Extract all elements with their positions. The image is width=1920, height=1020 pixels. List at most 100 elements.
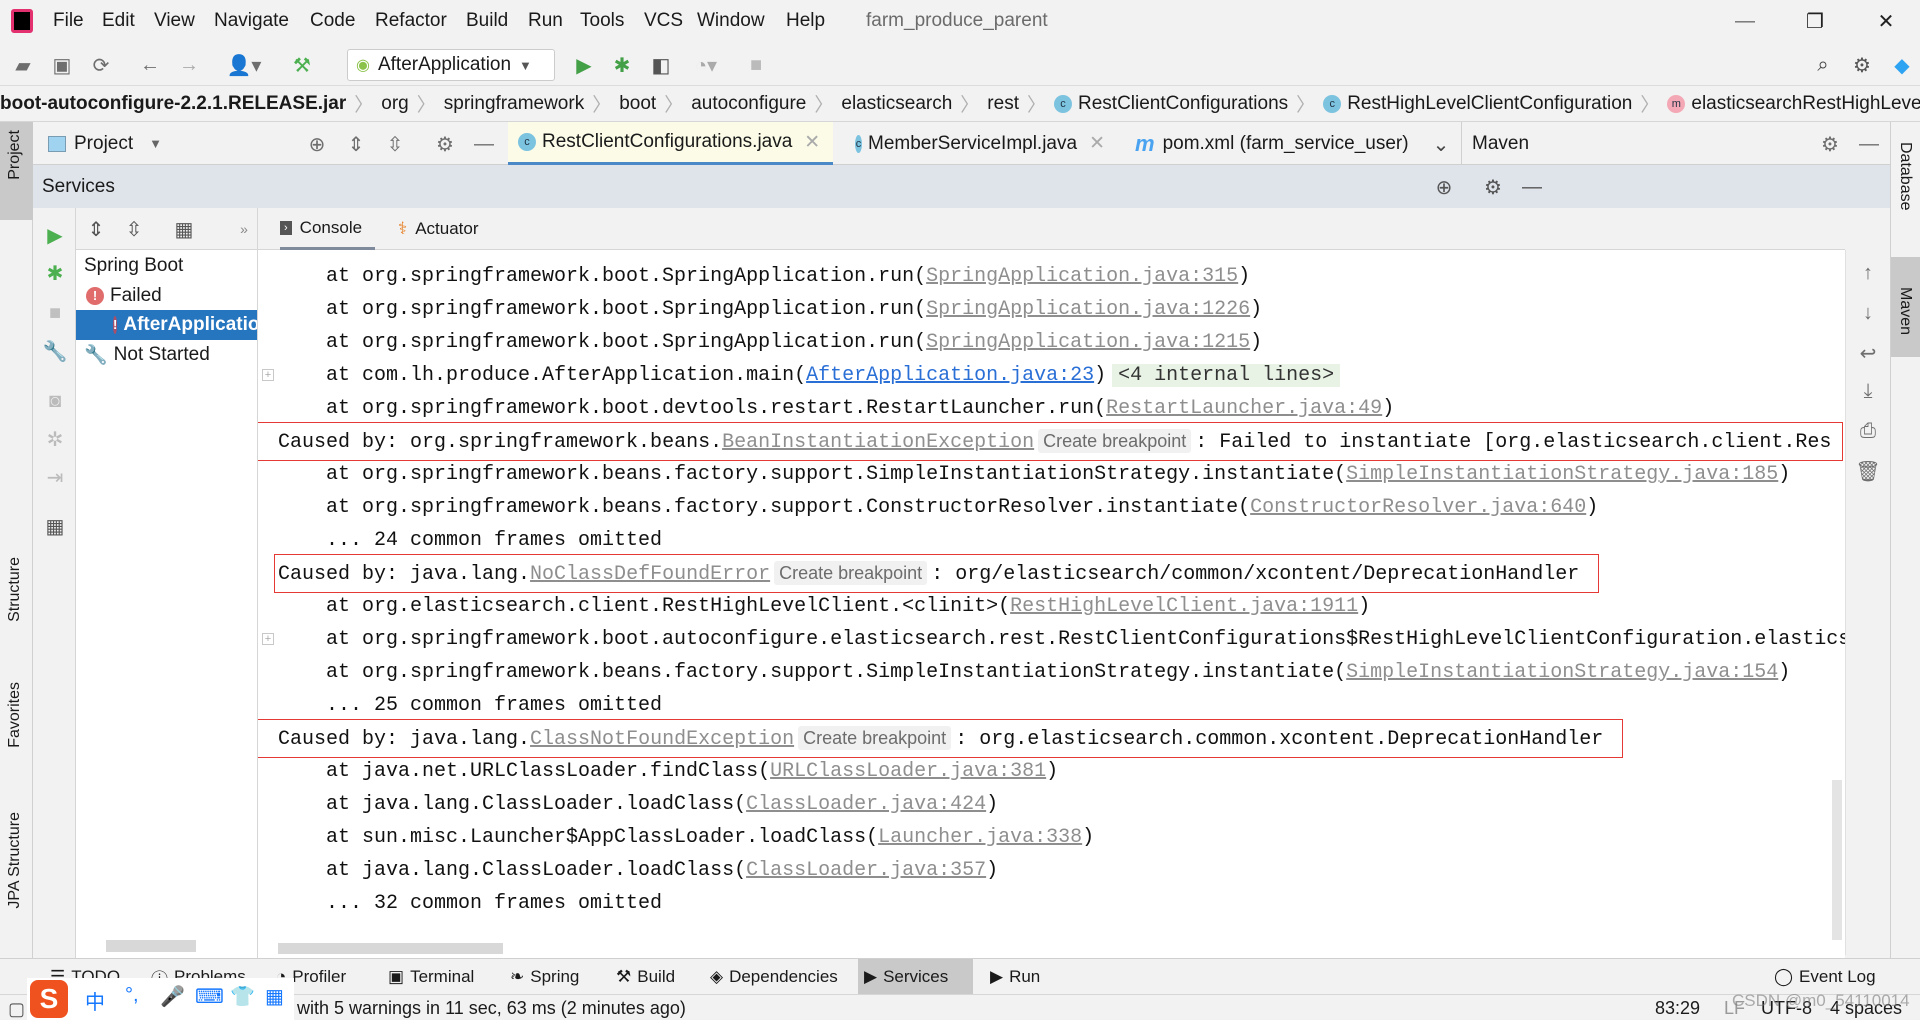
tab-build[interactable]: ⚒ Build [610,959,681,995]
search-icon[interactable]: ⌕ [1811,53,1835,77]
restore-icon[interactable]: ❐ [1803,8,1827,34]
breadcrumb-item[interactable]: elasticsearch 〉 [841,90,987,117]
expand-fold-icon[interactable]: + [262,633,274,645]
expand-all-icon[interactable]: ⇕ [84,217,108,241]
stacktrace-link[interactable]: RestartLauncher.java:49 [1106,397,1382,420]
hide-icon[interactable]: — [471,131,497,157]
jpa-structure-tool-button[interactable]: JPA Structure [6,812,24,909]
hide-icon[interactable]: — [1856,131,1882,157]
stacktrace-link[interactable]: SimpleInstantiationStrategy.java:154 [1346,661,1778,684]
tabs-dropdown-icon[interactable]: ⌄ [1428,131,1454,157]
tab-memberserviceimpl[interactable]: c MemberServiceImpl.java ✕ [845,122,1115,165]
debug-icon[interactable]: ✱ [610,53,634,77]
menu-tools[interactable]: Tools [580,10,624,32]
tab-services[interactable]: ▶ Services [858,959,973,995]
skin-icon[interactable]: 👕 [230,984,255,1009]
keyboard-icon[interactable]: ⌨ [195,984,224,1009]
tree-item-failed[interactable]: ! Failed [76,281,257,311]
stacktrace-link[interactable]: SimpleInstantiationStrategy.java:185 [1346,463,1778,486]
breadcrumb-item[interactable]: boot 〉 [619,90,691,117]
hide-icon[interactable]: — [1519,174,1545,200]
chinese-mode-icon[interactable]: 中 [85,986,105,1015]
stacktrace-link[interactable]: SpringApplication.java:1226 [926,298,1250,321]
console-horizontal-scrollbar[interactable] [258,940,1845,956]
punctuation-icon[interactable]: °, [125,984,139,1007]
scroll-to-end-icon[interactable]: ⤓ [1855,378,1881,404]
expand-all-icon[interactable]: ⇕ [343,131,369,157]
caret-position[interactable]: 83:29 [1655,998,1700,1019]
menu-vcs[interactable]: VCS [644,10,683,32]
status-message[interactable]: with 5 warnings in 11 sec, 63 ms (2 minu… [297,998,686,1019]
stacktrace-link[interactable]: ClassLoader.java:424 [746,793,986,816]
structure-tool-button[interactable]: Structure [6,557,24,622]
menu-window[interactable]: Window [697,10,765,32]
wrench-icon[interactable]: 🔧 [42,338,68,364]
tree-item-spring-boot[interactable]: Spring Boot [76,251,257,281]
forward-icon[interactable]: → [176,53,202,77]
stacktrace-link[interactable]: URLClassLoader.java:381 [770,760,1046,783]
jetbrains-toolbox-icon[interactable]: ◆ [1890,53,1914,77]
tree-item-afterapplication[interactable]: ! AfterApplication [76,310,257,340]
breadcrumb-item[interactable]: rest 〉 [987,90,1054,117]
collapse-all-icon[interactable]: ⇳ [382,131,408,157]
gear-icon[interactable]: ⚙ [432,131,458,157]
close-icon[interactable]: ✕ [1874,8,1898,34]
tab-dependencies[interactable]: ◈ Dependencies [704,959,844,995]
stop-icon[interactable]: ■ [744,53,768,77]
close-tab-icon[interactable]: ✕ [1089,132,1105,155]
print-icon[interactable]: ⎙ [1855,418,1881,444]
menu-edit[interactable]: Edit [102,10,135,32]
tab-console[interactable]: › Console [280,208,375,250]
breadcrumb-item[interactable]: m elasticsearchRestHighLevelClient [1667,93,1920,115]
expand-fold-icon[interactable]: + [262,369,274,381]
favorites-tool-button[interactable]: Favorites [6,682,24,748]
stacktrace-link[interactable]: SpringApplication.java:315 [926,265,1238,288]
scrollbar-thumb[interactable] [278,943,503,954]
toolbox-icon[interactable]: ▦ [265,984,284,1009]
debug-attach-icon[interactable]: ✲ [42,426,68,452]
breadcrumb-item[interactable]: c RestClientConfigurations 〉 [1054,90,1323,117]
menu-help[interactable]: Help [786,10,825,32]
stacktrace-link[interactable]: RestHighLevelClient.java:1911 [1010,595,1358,618]
back-icon[interactable]: ← [137,53,163,77]
console-vertical-scrollbar[interactable] [1832,780,1842,940]
close-tab-icon[interactable]: ✕ [804,131,820,154]
menu-navigate[interactable]: Navigate [214,10,289,32]
menu-build[interactable]: Build [466,10,508,32]
save-icon[interactable]: ▣ [49,53,75,77]
vcs-user-icon[interactable]: 👤▾ [226,53,262,77]
database-tool-button[interactable]: Database [1896,142,1914,211]
layout-icon[interactable]: ▦ [42,513,68,539]
trash-icon[interactable]: 🗑 [1855,458,1881,484]
tree-item-not-started[interactable]: 🔧 Not Started [76,340,257,370]
microphone-icon[interactable]: 🎤 [160,984,185,1009]
breadcrumb-item[interactable]: c RestHighLevelClientConfiguration 〉 [1323,90,1667,117]
tab-actuator[interactable]: ⚕ Actuator [398,208,508,250]
menu-run[interactable]: Run [528,10,563,32]
source-link[interactable]: AfterApplication.java:23 [806,364,1094,387]
stop-icon[interactable]: ■ [42,300,68,326]
stacktrace-link[interactable]: SpringApplication.java:1215 [926,331,1250,354]
soft-wrap-icon[interactable]: ↩ [1855,340,1881,366]
stacktrace-link[interactable]: ConstructorResolver.java:640 [1250,496,1586,519]
stacktrace-link[interactable]: ClassLoader.java:357 [746,859,986,882]
locate-icon[interactable]: ⊕ [1431,174,1457,200]
more-icon[interactable]: » [234,217,254,241]
tab-restclientconfigurations[interactable]: c RestClientConfigurations.java ✕ [508,122,833,165]
sync-icon[interactable]: ⟳ [88,53,114,77]
menu-view[interactable]: View [154,10,195,32]
breadcrumb-item[interactable]: springframework 〉 [444,90,619,117]
tab-run[interactable]: ▶ Run [984,959,1046,995]
collapse-all-icon[interactable]: ⇳ [122,217,146,241]
run-icon[interactable]: ▶ [42,222,68,248]
build-hammer-icon[interactable]: ⚒ [289,53,315,77]
gear-icon[interactable]: ⚙ [1480,174,1506,200]
login-icon[interactable]: ⇥ [42,464,68,490]
breadcrumb-item[interactable]: boot-autoconfigure-2.2.1.RELEASE.jar 〉 [0,90,381,117]
tab-terminal[interactable]: ▣ Terminal [382,959,480,995]
menu-code[interactable]: Code [310,10,355,32]
menu-file[interactable]: File [53,10,84,32]
run-icon[interactable]: ▶ [572,53,596,77]
internal-lines-fold[interactable]: <4 internal lines> [1112,364,1341,387]
maven-tool-button[interactable]: Maven [1891,257,1920,357]
